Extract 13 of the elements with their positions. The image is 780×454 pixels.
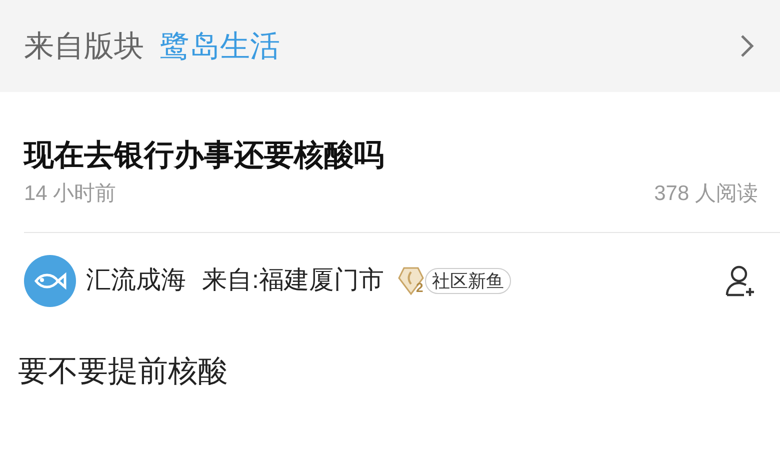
board-bar[interactable]: 来自版块 鹭岛生活: [0, 0, 780, 92]
post-title: 现在去银行办事还要核酸吗: [24, 138, 385, 174]
board-label: 来自版块: [24, 28, 144, 64]
chevron-right-icon: [740, 34, 754, 58]
badge-label: 社区新鱼: [425, 268, 512, 294]
avatar-icon[interactable]: [24, 254, 76, 306]
board-name[interactable]: 鹭岛生活: [160, 24, 280, 68]
read-count: 378 人阅读: [654, 181, 758, 207]
author-location: 来自:福建厦门市: [202, 264, 384, 296]
post-time: 14 小时前: [24, 181, 116, 207]
author-name[interactable]: 汇流成海: [86, 262, 186, 300]
post-body: 要不要提前核酸: [17, 354, 229, 390]
badge-level: 2: [416, 278, 424, 297]
